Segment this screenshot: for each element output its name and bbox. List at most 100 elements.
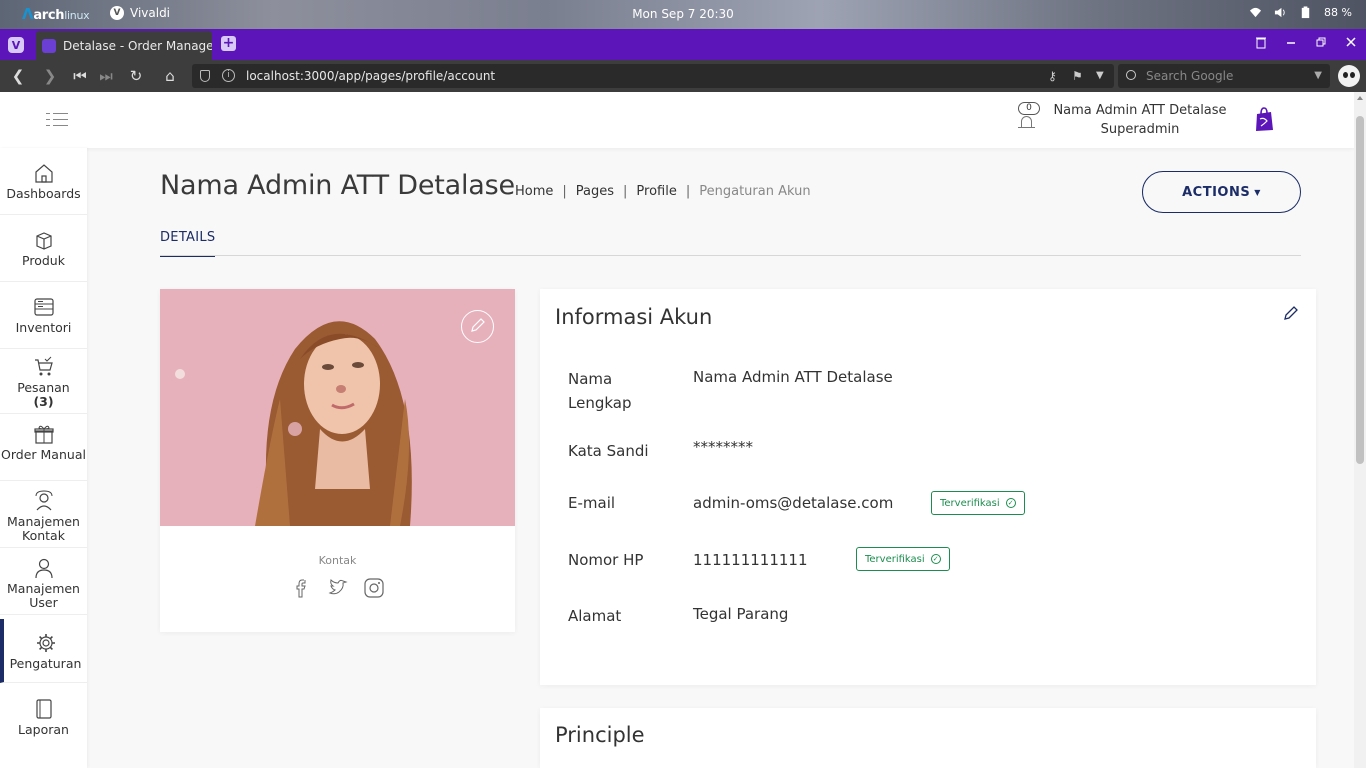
active-app-name: Vivaldi: [130, 6, 171, 20]
sidebar-item-order-manual[interactable]: Order Manual: [0, 423, 87, 481]
reload-icon[interactable]: ↻: [126, 66, 146, 86]
vivaldi-icon: V: [110, 6, 124, 20]
info-icon[interactable]: i: [222, 69, 235, 82]
row-label-nomor-hp: Nomor HP: [568, 551, 644, 569]
key-icon[interactable]: ⚷: [1048, 64, 1057, 88]
browser-tab-active[interactable]: Detalase - Order Managem: [36, 31, 212, 60]
volume-icon[interactable]: [1274, 6, 1287, 19]
edit-photo-button[interactable]: [461, 310, 494, 343]
facebook-icon[interactable]: [291, 577, 313, 599]
user-menu[interactable]: Nama Admin ATT Detalase Superadmin: [1050, 101, 1230, 139]
trash-icon[interactable]: [1254, 35, 1268, 49]
breadcrumb: Home | Pages | Profile | Pengaturan Akun: [515, 184, 811, 199]
url-input[interactable]: i localhost:3000/app/pages/profile/accou…: [192, 64, 1114, 88]
shopping-bag-logo-icon[interactable]: [1254, 106, 1274, 132]
instagram-icon[interactable]: [363, 577, 385, 599]
sidebar-item-produk[interactable]: Produk: [0, 229, 87, 282]
twitter-icon[interactable]: [327, 577, 349, 599]
sidebar: Dashboards Produk Inventori Pesanan (3) …: [0, 148, 87, 768]
search-engine-dropdown-icon[interactable]: ▼: [1314, 64, 1322, 88]
sidebar-item-manajemen-user[interactable]: Manajemen User: [0, 557, 87, 615]
search-placeholder: Search Google: [1146, 69, 1234, 83]
user-icon: [34, 558, 53, 579]
page-scrollbar[interactable]: [1354, 92, 1366, 768]
active-app-indicator[interactable]: V Vivaldi: [110, 6, 170, 20]
user-role: Superadmin: [1100, 122, 1180, 137]
row-label-email: E-mail: [568, 494, 616, 512]
url-text: localhost:3000/app/pages/profile/account: [246, 69, 496, 83]
home-icon[interactable]: ⌂: [160, 66, 180, 86]
sidebar-item-laporan[interactable]: Laporan: [0, 698, 87, 751]
contact-icon: [35, 490, 52, 511]
browser-tab-bar: V Detalase - Order Managem +: [0, 29, 1366, 60]
arch-linux-logo[interactable]: Λarchlinux: [22, 5, 90, 23]
breadcrumb-current: Pengaturan Akun: [699, 184, 811, 199]
home-icon: [34, 164, 53, 183]
window-controls: [1254, 35, 1358, 49]
row-label-kata-sandi: Kata Sandi: [568, 442, 649, 460]
tab-details[interactable]: DETAILS: [160, 230, 215, 257]
row-value-email: admin-oms@detalase.com: [693, 494, 894, 512]
check-circle-icon: ✓: [930, 554, 941, 564]
sidebar-item-pesanan[interactable]: Pesanan (3): [0, 356, 87, 414]
row-label-alamat: Alamat: [568, 607, 622, 625]
gift-icon: [33, 425, 54, 444]
address-bar: ❮ ❯ ⏮ ⏭ ↻ ⌂ i localhost:3000/app/pages/p…: [0, 60, 1366, 92]
breadcrumb-profile[interactable]: Profile: [636, 184, 676, 199]
notification-button[interactable]: 0: [1014, 102, 1040, 134]
search-icon: [1126, 70, 1136, 80]
sidebar-item-dashboards[interactable]: Dashboards: [0, 162, 87, 215]
battery-percent: 88 %: [1324, 6, 1352, 19]
account-info-title: Informasi Akun: [555, 305, 713, 329]
minimize-icon[interactable]: [1284, 35, 1298, 49]
breadcrumb-home[interactable]: Home: [515, 184, 553, 199]
sidebar-item-manajemen-kontak[interactable]: Manajemen Kontak: [0, 490, 87, 548]
menu-toggle-icon[interactable]: [46, 113, 68, 127]
principle-card: Principle: [540, 708, 1316, 768]
phone-verified-badge: Terverifikasi ✓: [856, 547, 950, 571]
profile-photo: [160, 289, 515, 526]
os-top-bar: Λarchlinux V Vivaldi Mon Sep 7 20:30 88 …: [0, 0, 1366, 29]
user-name: Nama Admin ATT Detalase: [1053, 103, 1227, 118]
wifi-icon[interactable]: [1249, 6, 1262, 19]
tabs-divider: [160, 255, 1301, 256]
email-verified-badge: Terverifikasi ✓: [931, 491, 1025, 515]
inventory-icon: [33, 298, 54, 316]
scrollbar-thumb[interactable]: [1356, 116, 1364, 464]
restore-icon[interactable]: [1314, 35, 1328, 49]
new-tab-button[interactable]: +: [221, 36, 236, 51]
notebook-icon: [35, 699, 52, 719]
edit-pencil-icon[interactable]: [1283, 305, 1299, 321]
system-tray: 88 %: [1249, 6, 1352, 19]
account-info-card: Informasi Akun Nama Lengkap Nama Admin A…: [540, 289, 1316, 685]
rewind-icon[interactable]: ⏮: [70, 66, 90, 86]
actions-button[interactable]: ACTIONS ▼: [1142, 171, 1301, 213]
tab-title: Detalase - Order Managem: [63, 38, 212, 53]
sidebar-item-pengaturan[interactable]: Pengaturan: [0, 619, 87, 683]
search-input[interactable]: Search Google ▼: [1118, 64, 1330, 88]
fast-forward-icon[interactable]: ⏭: [96, 66, 116, 86]
panda-profile-icon[interactable]: [1338, 65, 1360, 87]
shopping-bag-favicon-icon: [42, 38, 56, 53]
social-links: [160, 577, 515, 599]
clock: Mon Sep 7 20:30: [632, 7, 734, 21]
dropdown-arrow-icon[interactable]: ▼: [1096, 64, 1104, 88]
back-arrow-icon[interactable]: ❮: [8, 66, 28, 86]
profile-card: Kontak: [160, 289, 515, 632]
page-title: Nama Admin ATT Detalase: [160, 170, 515, 201]
notification-count-badge: 0: [1018, 102, 1040, 115]
row-label-nama-lengkap: Nama Lengkap: [568, 370, 632, 412]
bookmark-icon[interactable]: ⚑: [1072, 64, 1083, 88]
breadcrumb-pages[interactable]: Pages: [576, 184, 614, 199]
sidebar-item-inventori[interactable]: Inventori: [0, 296, 87, 349]
vivaldi-menu-icon[interactable]: V: [8, 37, 24, 53]
app-header: 0 Nama Admin ATT Detalase Superadmin: [0, 92, 1354, 148]
row-value-alamat: Tegal Parang: [693, 605, 789, 623]
cart-icon: [34, 356, 53, 376]
pencil-icon: [471, 318, 485, 332]
close-icon[interactable]: [1344, 35, 1358, 49]
forward-arrow-icon[interactable]: ❯: [40, 66, 60, 86]
shield-icon[interactable]: [200, 70, 210, 82]
battery-icon[interactable]: [1299, 6, 1312, 19]
caret-down-icon: ▼: [1254, 187, 1261, 197]
